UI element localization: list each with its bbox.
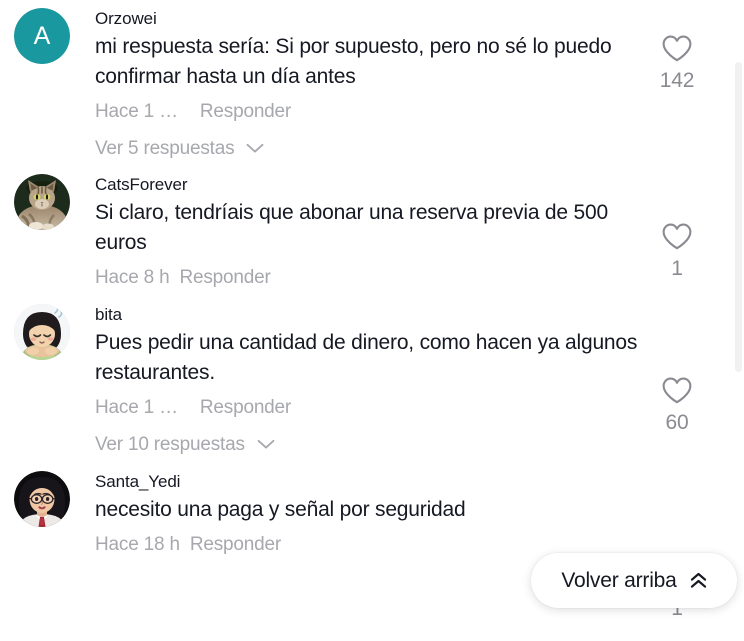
chevron-down-icon: [257, 439, 275, 450]
scrollbar-track[interactable]: [732, 0, 744, 641]
comment-item: bita Pues pedir una cantidad de dinero, …: [0, 291, 744, 458]
comments-panel: A Orzowei mi respuesta sería: Si por sup…: [0, 0, 744, 641]
heart-outline-icon[interactable]: [645, 34, 709, 63]
comment-meta: Hace 1 … Responder: [95, 98, 734, 125]
reply-button[interactable]: Responder: [200, 98, 291, 125]
reply-button[interactable]: Responder: [200, 394, 291, 421]
view-replies-label: Ver 10 respuestas: [95, 434, 245, 455]
comment-text: Pues pedir una cantidad de dinero, como …: [95, 331, 638, 384]
reply-button[interactable]: Responder: [179, 264, 270, 291]
like-count: 1: [671, 257, 683, 280]
comment-body: bita Pues pedir una cantidad de dinero, …: [70, 300, 744, 458]
comment-username[interactable]: Santa_Yedi: [95, 467, 734, 494]
comment-text: mi respuesta sería: Si por supuesto, per…: [95, 35, 612, 88]
avatar-initial: A: [14, 8, 70, 64]
avatar-wrap: [14, 300, 70, 360]
like-count: 142: [659, 69, 695, 92]
chevron-double-up-icon: [690, 572, 707, 590]
comment-username[interactable]: bita: [95, 300, 734, 327]
comment-body: Orzowei mi respuesta sería: Si por supue…: [70, 4, 744, 162]
avatar[interactable]: [14, 471, 70, 527]
comment-meta: Hace 8 h Responder: [95, 264, 734, 291]
illustration-avatar-sleeping: [14, 304, 70, 360]
like-column[interactable]: 1: [645, 222, 709, 283]
comment-timestamp: Hace 8 h: [95, 267, 170, 288]
avatar-wrap: [14, 467, 70, 527]
comment-text: necesito una paga y señal por seguridad: [95, 498, 466, 521]
comment-item: A Orzowei mi respuesta sería: Si por sup…: [0, 0, 744, 162]
cat-photo-avatar: [14, 174, 70, 230]
avatar[interactable]: [14, 304, 70, 360]
like-count: 60: [665, 411, 689, 434]
avatar[interactable]: A: [14, 8, 70, 64]
comment-item: CatsForever Si claro, tendríais que abon…: [0, 162, 744, 291]
view-replies-button[interactable]: Ver 5 respuestas: [95, 135, 734, 162]
comment-meta: Hace 1 … Responder: [95, 394, 734, 421]
avatar[interactable]: [14, 174, 70, 230]
avatar-wrap: A: [14, 4, 70, 64]
comment-item: Santa_Yedi necesito una paga y señal por…: [0, 458, 744, 558]
comment-body: Santa_Yedi necesito una paga y señal por…: [70, 467, 744, 558]
view-replies-button[interactable]: Ver 10 respuestas: [95, 431, 734, 458]
reply-button[interactable]: Responder: [190, 531, 281, 558]
heart-outline-icon[interactable]: [645, 222, 709, 251]
comment-text: Si claro, tendríais que abonar una reser…: [95, 201, 608, 254]
view-replies-label: Ver 5 respuestas: [95, 138, 235, 159]
comment-timestamp: Hace 1 …: [95, 101, 178, 122]
heart-outline-icon[interactable]: [645, 376, 709, 405]
chevron-down-icon: [246, 143, 264, 154]
comment-timestamp: Hace 18 h: [95, 534, 180, 555]
back-to-top-button[interactable]: Volver arriba: [531, 553, 737, 608]
comment-timestamp: Hace 1 …: [95, 397, 178, 418]
like-column[interactable]: 60: [645, 376, 709, 437]
like-column[interactable]: 142: [645, 34, 709, 95]
comment-username[interactable]: CatsForever: [95, 170, 734, 197]
back-to-top-label: Volver arriba: [561, 569, 677, 592]
scrollbar-thumb[interactable]: [735, 62, 742, 372]
avatar-wrap: [14, 170, 70, 230]
comment-body: CatsForever Si claro, tendríais que abon…: [70, 170, 744, 291]
comment-list: A Orzowei mi respuesta sería: Si por sup…: [0, 0, 744, 558]
comment-username[interactable]: Orzowei: [95, 4, 734, 31]
illustration-avatar-glasses: [14, 471, 70, 527]
